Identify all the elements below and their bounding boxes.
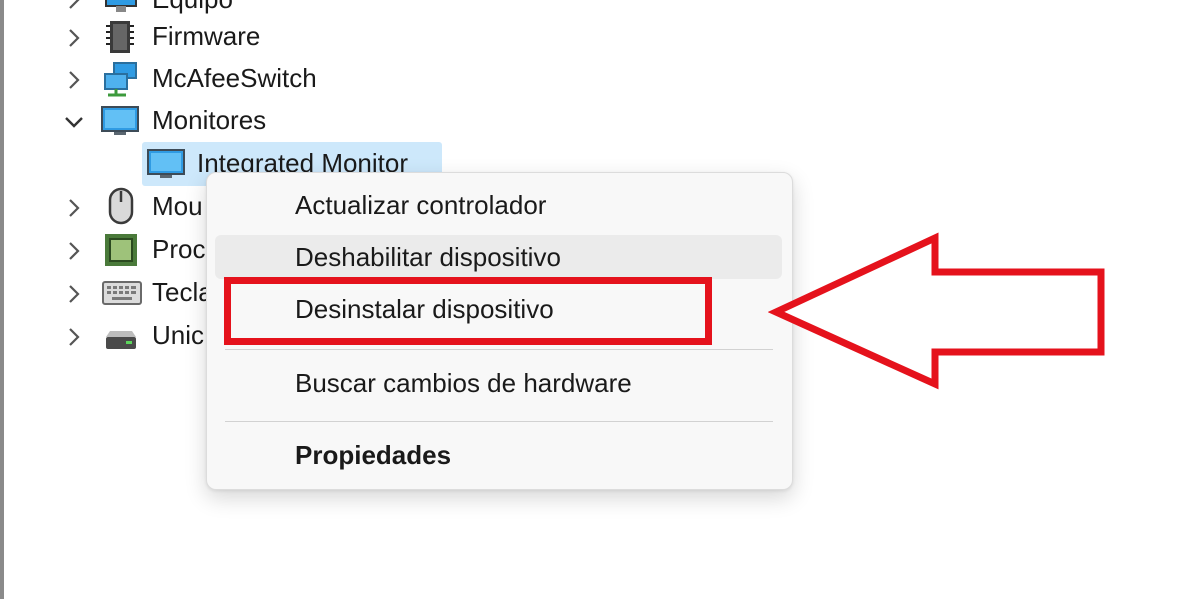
tree-item-monitores[interactable]: Monitores (0, 100, 300, 140)
network-adapter-icon (102, 60, 140, 98)
tree-item-label: McAfeeSwitch (152, 63, 317, 93)
menu-item-label: Deshabilitar dispositivo (295, 242, 561, 272)
monitor-icon (146, 145, 185, 183)
mouse-icon (102, 187, 140, 225)
tree-item-label: Mou (152, 191, 203, 221)
menu-item-label: Actualizar controlador (295, 190, 547, 220)
disk-drive-icon (102, 321, 140, 359)
tree-item-mouse[interactable]: Mou (0, 186, 210, 226)
tree-item-label: Tecla (152, 277, 213, 307)
tree-item-label: Equipo (152, 0, 233, 14)
chevron-right-icon[interactable] (62, 0, 86, 12)
chevron-right-icon[interactable] (62, 325, 86, 349)
chevron-down-icon[interactable] (62, 110, 86, 134)
keyboard-icon (102, 276, 142, 314)
tree-item-firmware[interactable]: Firmware (0, 16, 300, 56)
tree-item-label: Firmware (152, 21, 261, 51)
menu-separator (225, 421, 773, 422)
tree-item-label: Unic (152, 320, 205, 350)
tree-item-mcafeeswitch[interactable]: McAfeeSwitch (0, 58, 340, 98)
annotation-highlight-box (224, 277, 712, 345)
processor-icon (102, 231, 140, 269)
chevron-right-icon[interactable] (62, 68, 86, 92)
menu-item-label: Buscar cambios de hardware (295, 368, 632, 398)
menu-item-scan-hardware[interactable]: Buscar cambios de hardware (215, 361, 782, 405)
firmware-chip-icon (102, 18, 140, 56)
chevron-right-icon[interactable] (62, 282, 86, 306)
tree-item-label: Proc (152, 234, 206, 264)
chevron-right-icon[interactable] (62, 196, 86, 220)
monitor-icon (100, 102, 139, 140)
tree-item-processors[interactable]: Proc (0, 229, 210, 269)
tree-item-label: Monitores (152, 105, 267, 135)
menu-item-disable-device[interactable]: Deshabilitar dispositivo (215, 235, 782, 279)
chevron-right-icon[interactable] (62, 239, 86, 263)
menu-item-properties[interactable]: Propiedades (215, 433, 782, 477)
menu-item-label: Propiedades (295, 440, 452, 470)
menu-item-update-driver[interactable]: Actualizar controlador (215, 183, 782, 227)
chevron-right-icon[interactable] (62, 26, 86, 50)
tree-item-disk-drives[interactable]: Unic (0, 315, 210, 355)
menu-separator (225, 349, 773, 350)
tree-item-keyboards[interactable]: Tecla (0, 272, 213, 314)
annotation-arrow-icon (768, 232, 1105, 390)
